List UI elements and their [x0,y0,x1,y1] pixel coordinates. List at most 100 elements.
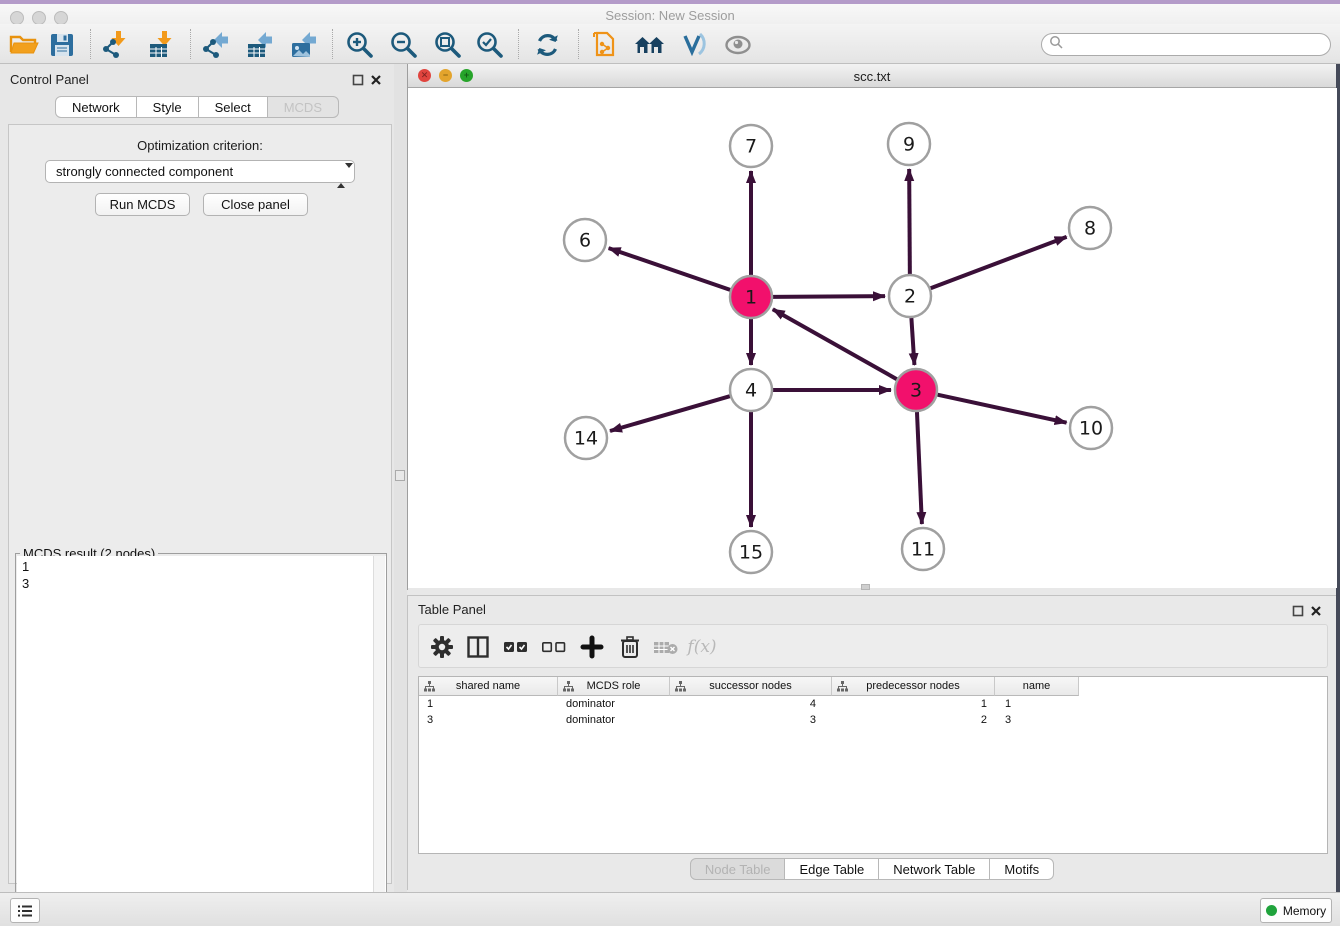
network-graph[interactable]: 1234678910111415 [408,88,1337,588]
column-header-name[interactable]: name [995,677,1079,696]
table-toolbar: f(x) [418,624,1328,668]
table-cell-shared-name[interactable]: 3 [419,712,558,728]
graph-edge-2-3[interactable] [911,318,914,365]
ndex-document-icon[interactable] [590,29,622,61]
control-panel-float-icon[interactable] [352,73,364,85]
table-cell-successor-nodes[interactable]: 3 [670,712,832,728]
open-folder-icon[interactable] [8,29,40,61]
vertical-splitter[interactable] [394,64,407,892]
mcds-result-group: MCDS result (2 nodes) 1 3 [15,553,387,926]
main-toolbar [0,24,1340,64]
export-network-icon[interactable] [200,29,232,61]
splitter-handle[interactable] [395,470,405,481]
import-network-icon[interactable] [100,29,132,61]
graph-edge-3-1[interactable] [773,309,897,379]
canvas-scroll-thumb[interactable] [861,584,870,590]
tab-edge-table[interactable]: Edge Table [785,858,879,880]
table-cell-name[interactable]: 3 [995,712,1079,728]
column-header-predecessor-nodes[interactable]: predecessor nodes [832,677,995,696]
table-cell-shared-name[interactable]: 1 [419,696,558,712]
table-panel-close-icon[interactable] [1310,604,1322,616]
zoom-in-icon[interactable] [344,29,376,61]
unselect-all-icon[interactable] [539,633,569,661]
column-header-shared-name[interactable]: shared name [419,677,558,696]
export-image-icon[interactable] [288,29,320,61]
table-cell-name[interactable]: 1 [995,696,1079,712]
tab-style[interactable]: Style [137,96,199,118]
toolbar-separator [190,29,191,59]
graph-node-label-14: 14 [574,428,598,450]
close-panel-button[interactable]: Close panel [203,193,308,216]
control-panel-tabs: NetworkStyleSelectMCDS [0,96,394,118]
search-input[interactable] [1068,37,1318,52]
search-box[interactable] [1041,33,1331,56]
mcds-result-text[interactable]: 1 3 [17,556,386,926]
control-panel-close-icon[interactable] [370,73,382,85]
graph-node-label-1: 1 [745,287,757,309]
graph-node-label-6: 6 [579,230,591,252]
tab-network-table[interactable]: Network Table [879,858,990,880]
graph-node-label-11: 11 [911,539,935,561]
refresh-icon[interactable] [532,29,564,61]
graph-edge-3-10[interactable] [937,395,1066,423]
gear-icon[interactable] [427,633,457,661]
table-panel: Table Panel f(x) [407,595,1336,890]
column-header-successor-nodes[interactable]: successor nodes [670,677,832,696]
zoom-out-icon[interactable] [388,29,420,61]
table-cell-mcds-role[interactable]: dominator [558,696,670,712]
tab-mcds[interactable]: MCDS [268,96,339,118]
graph-edge-2-8[interactable] [931,237,1067,288]
graph-edge-1-6[interactable] [609,248,731,290]
add-column-icon[interactable] [577,633,607,661]
mcds-result-scrollbar[interactable] [373,556,385,926]
graph-edge-1-2[interactable] [773,296,885,297]
graph-edge-3-11[interactable] [917,412,922,524]
trash-icon[interactable] [615,633,645,661]
graph-edge-2-9[interactable] [909,169,910,274]
save-disk-icon[interactable] [46,29,78,61]
window-titlebar: Session: New Session [0,4,1340,24]
control-panel-title: Control Panel [10,72,89,87]
export-table-icon[interactable] [244,29,276,61]
optimization-criterion-select[interactable]: strongly connected component [45,160,355,183]
application-window: Session: New Session [0,0,1340,926]
run-mcds-button[interactable]: Run MCDS [95,193,190,216]
table-panel-tabs: Node TableEdge TableNetwork TableMotifs [408,858,1336,880]
table-cell-predecessor-nodes[interactable]: 2 [832,712,995,728]
cyndex-icon[interactable] [678,29,710,61]
table-cell-predecessor-nodes[interactable]: 1 [832,696,995,712]
table-row[interactable]: 3dominator323 [419,712,1079,728]
node-table: shared nameMCDS rolesuccessor nodesprede… [418,676,1328,854]
table-row[interactable]: 1dominator411 [419,696,1079,712]
zoom-selected-icon[interactable] [474,29,506,61]
houses-icon[interactable] [634,29,666,61]
search-icon [1049,35,1063,54]
memory-label: Memory [1283,904,1326,918]
memory-button[interactable]: Memory [1260,898,1332,923]
tab-select[interactable]: Select [199,96,268,118]
graph-node-label-2: 2 [904,286,916,308]
column-header-mcds-role[interactable]: MCDS role [558,677,670,696]
import-table-icon[interactable] [146,29,178,61]
table-cell-mcds-role[interactable]: dominator [558,712,670,728]
zoom-fit-icon[interactable] [432,29,464,61]
tab-node-table[interactable]: Node Table [690,858,786,880]
network-canvas[interactable]: 1234678910111415 [408,88,1337,588]
toolbar-separator [578,29,579,59]
task-history-button[interactable] [10,898,40,923]
tab-motifs[interactable]: Motifs [990,858,1054,880]
table-cell-successor-nodes[interactable]: 4 [670,696,832,712]
select-stepper-icon [337,165,346,179]
split-columns-icon[interactable] [463,633,493,661]
toolbar-separator [518,29,519,59]
eye-icon [722,29,754,61]
control-panel: Control Panel NetworkStyleSelectMCDS Opt… [0,64,394,892]
select-all-icon[interactable] [501,633,531,661]
table-panel-title: Table Panel [418,602,486,617]
table-panel-float-icon[interactable] [1292,604,1304,616]
toolbar-separator [90,29,91,59]
tab-network[interactable]: Network [55,96,137,118]
table-header-row: shared nameMCDS rolesuccessor nodesprede… [419,677,1079,696]
graph-edge-4-14[interactable] [610,396,730,431]
graph-node-label-9: 9 [903,134,915,156]
